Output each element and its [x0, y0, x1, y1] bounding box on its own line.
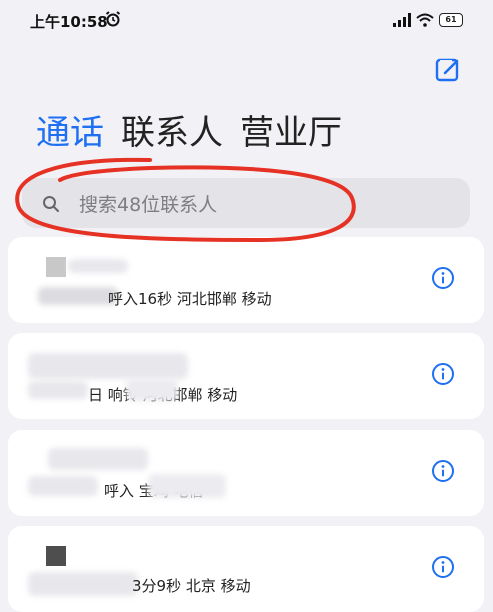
battery-icon: 61: [439, 13, 463, 27]
call-log-item[interactable]: 3分9秒 北京 移动: [8, 526, 484, 612]
tab-bar: 通话 联系人 营业厅: [36, 110, 342, 156]
redacted-name: [68, 259, 128, 273]
avatar: [46, 257, 66, 277]
call-log-item[interactable]: 呼入16秒 河北邯郸 移动: [8, 237, 484, 323]
redacted-name: [48, 448, 148, 470]
call-detail: 呼入16秒 河北邯郸 移动: [108, 290, 272, 308]
tab-service-hall[interactable]: 营业厅: [240, 110, 342, 156]
avatar: [46, 546, 66, 566]
info-icon[interactable]: [431, 266, 455, 290]
call-log-item[interactable]: 日 响铃 河北邯郸 移动: [8, 333, 484, 419]
info-icon[interactable]: [431, 555, 455, 579]
status-indicators: 61: [393, 11, 463, 29]
edit-icon[interactable]: [434, 56, 462, 84]
search-placeholder: 搜索48位联系人: [79, 194, 218, 216]
redacted-detail: [126, 379, 178, 401]
status-time: 上午10:58: [30, 13, 108, 31]
redacted-detail: [28, 476, 98, 496]
tab-contacts[interactable]: 联系人: [121, 110, 223, 156]
call-log-item[interactable]: 呼入 宝鸡 电信: [8, 430, 484, 516]
info-icon[interactable]: [431, 459, 455, 483]
search-icon: [43, 196, 59, 212]
redacted-detail: [38, 287, 118, 305]
search-input[interactable]: 搜索48位联系人: [22, 178, 470, 228]
redacted-detail: [28, 381, 88, 399]
signal-icon: [393, 13, 411, 27]
redacted-detail: [28, 572, 138, 596]
tab-calls[interactable]: 通话: [36, 110, 104, 156]
status-bar: 上午10:58 61: [0, 0, 493, 40]
info-icon[interactable]: [431, 362, 455, 386]
alarm-icon: [105, 11, 121, 27]
redacted-name: [28, 353, 188, 379]
call-detail: 3分9秒 北京 移动: [132, 577, 251, 595]
wifi-icon: [416, 13, 434, 27]
redacted-detail: [148, 474, 226, 498]
